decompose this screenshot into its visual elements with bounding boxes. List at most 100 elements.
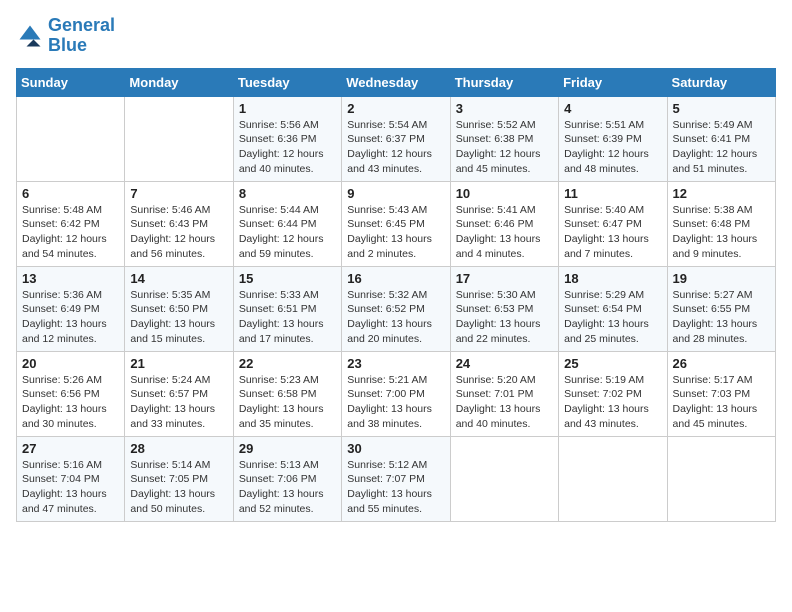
day-number: 6 bbox=[22, 186, 119, 201]
calendar-cell: 23Sunrise: 5:21 AMSunset: 7:00 PMDayligh… bbox=[342, 351, 450, 436]
day-number: 29 bbox=[239, 441, 336, 456]
day-number: 21 bbox=[130, 356, 227, 371]
calendar-cell bbox=[450, 436, 558, 521]
calendar-cell: 14Sunrise: 5:35 AMSunset: 6:50 PMDayligh… bbox=[125, 266, 233, 351]
logo-icon bbox=[16, 22, 44, 50]
day-info: Sunrise: 5:32 AMSunset: 6:52 PMDaylight:… bbox=[347, 288, 444, 347]
calendar-table: SundayMondayTuesdayWednesdayThursdayFrid… bbox=[16, 68, 776, 522]
day-number: 2 bbox=[347, 101, 444, 116]
calendar-week-row: 20Sunrise: 5:26 AMSunset: 6:56 PMDayligh… bbox=[17, 351, 776, 436]
day-info: Sunrise: 5:52 AMSunset: 6:38 PMDaylight:… bbox=[456, 118, 553, 177]
calendar-cell: 17Sunrise: 5:30 AMSunset: 6:53 PMDayligh… bbox=[450, 266, 558, 351]
day-number: 3 bbox=[456, 101, 553, 116]
day-number: 1 bbox=[239, 101, 336, 116]
calendar-cell: 1 Sunrise: 5:56 AMSunset: 6:36 PMDaylight… bbox=[233, 96, 341, 181]
calendar-cell: 13Sunrise: 5:36 AMSunset: 6:49 PMDayligh… bbox=[17, 266, 125, 351]
calendar-cell: 10 Sunrise: 5:41 AMSunset: 6:46 PMDayligh… bbox=[450, 181, 558, 266]
calendar-cell: 26Sunrise: 5:17 AMSunset: 7:03 PMDayligh… bbox=[667, 351, 775, 436]
calendar-body: 1 Sunrise: 5:56 AMSunset: 6:36 PMDaylight… bbox=[17, 96, 776, 521]
day-number: 7 bbox=[130, 186, 227, 201]
calendar-cell: 28 Sunrise: 5:14 AMSunset: 7:05 PMDayligh… bbox=[125, 436, 233, 521]
day-info: Sunrise: 5:29 AMSunset: 6:54 PMDaylight:… bbox=[564, 288, 661, 347]
calendar-cell: 21 Sunrise: 5:24 AMSunset: 6:57 PMDayligh… bbox=[125, 351, 233, 436]
day-number: 11 bbox=[564, 186, 661, 201]
calendar-cell: 9Sunrise: 5:43 AMSunset: 6:45 PMDaylight… bbox=[342, 181, 450, 266]
day-number: 26 bbox=[673, 356, 770, 371]
day-info: Sunrise: 5:19 AMSunset: 7:02 PMDaylight:… bbox=[564, 373, 661, 432]
day-number: 4 bbox=[564, 101, 661, 116]
day-info: Sunrise: 5:41 AMSunset: 6:46 PMDaylight:… bbox=[456, 203, 553, 262]
weekday-header-wednesday: Wednesday bbox=[342, 68, 450, 96]
day-info: Sunrise: 5:33 AMSunset: 6:51 PMDaylight:… bbox=[239, 288, 336, 347]
day-info: Sunrise: 5:13 AMSunset: 7:06 PMDaylight:… bbox=[239, 458, 336, 517]
logo-text: General Blue bbox=[48, 16, 115, 56]
day-info: Sunrise: 5:35 AMSunset: 6:50 PMDaylight:… bbox=[130, 288, 227, 347]
calendar-cell: 22Sunrise: 5:23 AMSunset: 6:58 PMDayligh… bbox=[233, 351, 341, 436]
calendar-cell: 7 Sunrise: 5:46 AMSunset: 6:43 PMDaylight… bbox=[125, 181, 233, 266]
calendar-cell: 12 Sunrise: 5:38 AMSunset: 6:48 PMDayligh… bbox=[667, 181, 775, 266]
day-number: 12 bbox=[673, 186, 770, 201]
calendar-week-row: 6 Sunrise: 5:48 AMSunset: 6:42 PMDaylight… bbox=[17, 181, 776, 266]
calendar-week-row: 13Sunrise: 5:36 AMSunset: 6:49 PMDayligh… bbox=[17, 266, 776, 351]
weekday-header-friday: Friday bbox=[559, 68, 667, 96]
day-info: Sunrise: 5:49 AMSunset: 6:41 PMDaylight:… bbox=[673, 118, 770, 177]
calendar-cell: 19 Sunrise: 5:27 AMSunset: 6:55 PMDayligh… bbox=[667, 266, 775, 351]
calendar-header: SundayMondayTuesdayWednesdayThursdayFrid… bbox=[17, 68, 776, 96]
day-info: Sunrise: 5:56 AMSunset: 6:36 PMDaylight:… bbox=[239, 118, 336, 177]
calendar-cell bbox=[559, 436, 667, 521]
weekday-header-thursday: Thursday bbox=[450, 68, 558, 96]
calendar-cell: 30Sunrise: 5:12 AMSunset: 7:07 PMDayligh… bbox=[342, 436, 450, 521]
calendar-cell: 4 Sunrise: 5:51 AMSunset: 6:39 PMDaylight… bbox=[559, 96, 667, 181]
day-number: 24 bbox=[456, 356, 553, 371]
day-number: 27 bbox=[22, 441, 119, 456]
weekday-header-sunday: Sunday bbox=[17, 68, 125, 96]
day-number: 16 bbox=[347, 271, 444, 286]
calendar-cell: 11 Sunrise: 5:40 AMSunset: 6:47 PMDayligh… bbox=[559, 181, 667, 266]
day-number: 15 bbox=[239, 271, 336, 286]
calendar-week-row: 27 Sunrise: 5:16 AMSunset: 7:04 PMDayligh… bbox=[17, 436, 776, 521]
calendar-cell: 3 Sunrise: 5:52 AMSunset: 6:38 PMDaylight… bbox=[450, 96, 558, 181]
calendar-cell: 29 Sunrise: 5:13 AMSunset: 7:06 PMDayligh… bbox=[233, 436, 341, 521]
weekday-header-tuesday: Tuesday bbox=[233, 68, 341, 96]
day-info: Sunrise: 5:21 AMSunset: 7:00 PMDaylight:… bbox=[347, 373, 444, 432]
calendar-cell bbox=[17, 96, 125, 181]
calendar-cell: 2 Sunrise: 5:54 AMSunset: 6:37 PMDaylight… bbox=[342, 96, 450, 181]
day-number: 13 bbox=[22, 271, 119, 286]
day-info: Sunrise: 5:44 AMSunset: 6:44 PMDaylight:… bbox=[239, 203, 336, 262]
day-info: Sunrise: 5:24 AMSunset: 6:57 PMDaylight:… bbox=[130, 373, 227, 432]
day-info: Sunrise: 5:54 AMSunset: 6:37 PMDaylight:… bbox=[347, 118, 444, 177]
calendar-cell: 24 Sunrise: 5:20 AMSunset: 7:01 PMDayligh… bbox=[450, 351, 558, 436]
day-info: Sunrise: 5:12 AMSunset: 7:07 PMDaylight:… bbox=[347, 458, 444, 517]
logo: General Blue bbox=[16, 16, 115, 56]
day-number: 8 bbox=[239, 186, 336, 201]
day-number: 18 bbox=[564, 271, 661, 286]
day-number: 9 bbox=[347, 186, 444, 201]
day-info: Sunrise: 5:23 AMSunset: 6:58 PMDaylight:… bbox=[239, 373, 336, 432]
weekday-header-saturday: Saturday bbox=[667, 68, 775, 96]
calendar-cell: 25 Sunrise: 5:19 AMSunset: 7:02 PMDayligh… bbox=[559, 351, 667, 436]
day-info: Sunrise: 5:46 AMSunset: 6:43 PMDaylight:… bbox=[130, 203, 227, 262]
day-info: Sunrise: 5:48 AMSunset: 6:42 PMDaylight:… bbox=[22, 203, 119, 262]
day-info: Sunrise: 5:14 AMSunset: 7:05 PMDaylight:… bbox=[130, 458, 227, 517]
page-header: General Blue bbox=[16, 16, 776, 56]
day-info: Sunrise: 5:51 AMSunset: 6:39 PMDaylight:… bbox=[564, 118, 661, 177]
calendar-cell: 20Sunrise: 5:26 AMSunset: 6:56 PMDayligh… bbox=[17, 351, 125, 436]
day-info: Sunrise: 5:27 AMSunset: 6:55 PMDaylight:… bbox=[673, 288, 770, 347]
day-number: 20 bbox=[22, 356, 119, 371]
day-number: 17 bbox=[456, 271, 553, 286]
day-number: 28 bbox=[130, 441, 227, 456]
day-number: 10 bbox=[456, 186, 553, 201]
calendar-cell: 27 Sunrise: 5:16 AMSunset: 7:04 PMDayligh… bbox=[17, 436, 125, 521]
day-number: 19 bbox=[673, 271, 770, 286]
weekday-header-row: SundayMondayTuesdayWednesdayThursdayFrid… bbox=[17, 68, 776, 96]
weekday-header-monday: Monday bbox=[125, 68, 233, 96]
calendar-cell: 15 Sunrise: 5:33 AMSunset: 6:51 PMDayligh… bbox=[233, 266, 341, 351]
day-info: Sunrise: 5:16 AMSunset: 7:04 PMDaylight:… bbox=[22, 458, 119, 517]
day-info: Sunrise: 5:20 AMSunset: 7:01 PMDaylight:… bbox=[456, 373, 553, 432]
calendar-cell: 5Sunrise: 5:49 AMSunset: 6:41 PMDaylight… bbox=[667, 96, 775, 181]
day-info: Sunrise: 5:40 AMSunset: 6:47 PMDaylight:… bbox=[564, 203, 661, 262]
day-info: Sunrise: 5:38 AMSunset: 6:48 PMDaylight:… bbox=[673, 203, 770, 262]
day-number: 25 bbox=[564, 356, 661, 371]
calendar-cell bbox=[125, 96, 233, 181]
calendar-cell: 8 Sunrise: 5:44 AMSunset: 6:44 PMDaylight… bbox=[233, 181, 341, 266]
